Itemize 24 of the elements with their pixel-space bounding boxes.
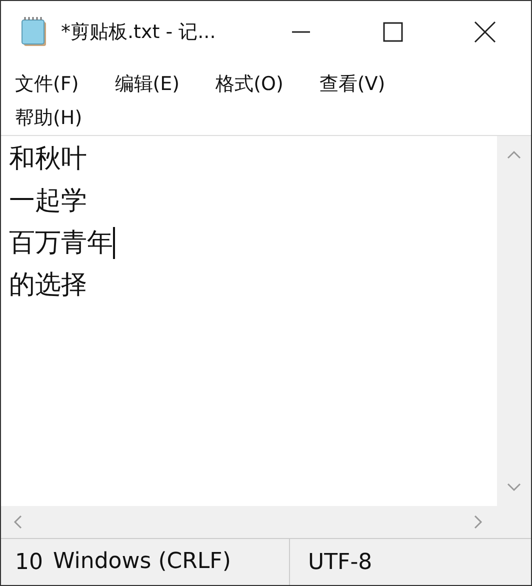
text-line: 一起学 [9,185,87,218]
menu-item[interactable]: 编辑(E) [106,67,188,101]
vertical-scrollbar[interactable] [497,136,531,506]
scroll-left-icon[interactable] [13,515,23,529]
text-line: 的选择 [9,269,87,302]
status-text: 10 [14,550,44,574]
status-text: Windows (CRLF) [53,539,290,585]
status-text: UTF-8 [307,550,372,574]
scroll-down-icon[interactable] [507,482,521,492]
maximize-icon [383,22,403,42]
close-icon [474,21,496,43]
menu-item[interactable]: 文件(F) [7,67,87,101]
window-title: *剪贴板.txt - 记... [61,20,216,45]
horizontal-scrollbar[interactable] [1,506,531,538]
menu-item[interactable]: 格式(O) [208,67,292,101]
text-area[interactable]: 和秋叶 一起学 百万青年 的选择 [1,136,497,506]
scroll-up-icon[interactable] [507,150,521,160]
menu-item[interactable]: 查看(V) [311,67,394,101]
menu-item[interactable]: 帮助(H) [7,101,90,135]
notepad-icon [19,16,49,48]
text-line: 百万青年 [9,227,113,260]
scroll-right-icon[interactable] [473,515,483,529]
minimize-icon [291,31,311,33]
text-line: 和秋叶 [9,143,87,176]
